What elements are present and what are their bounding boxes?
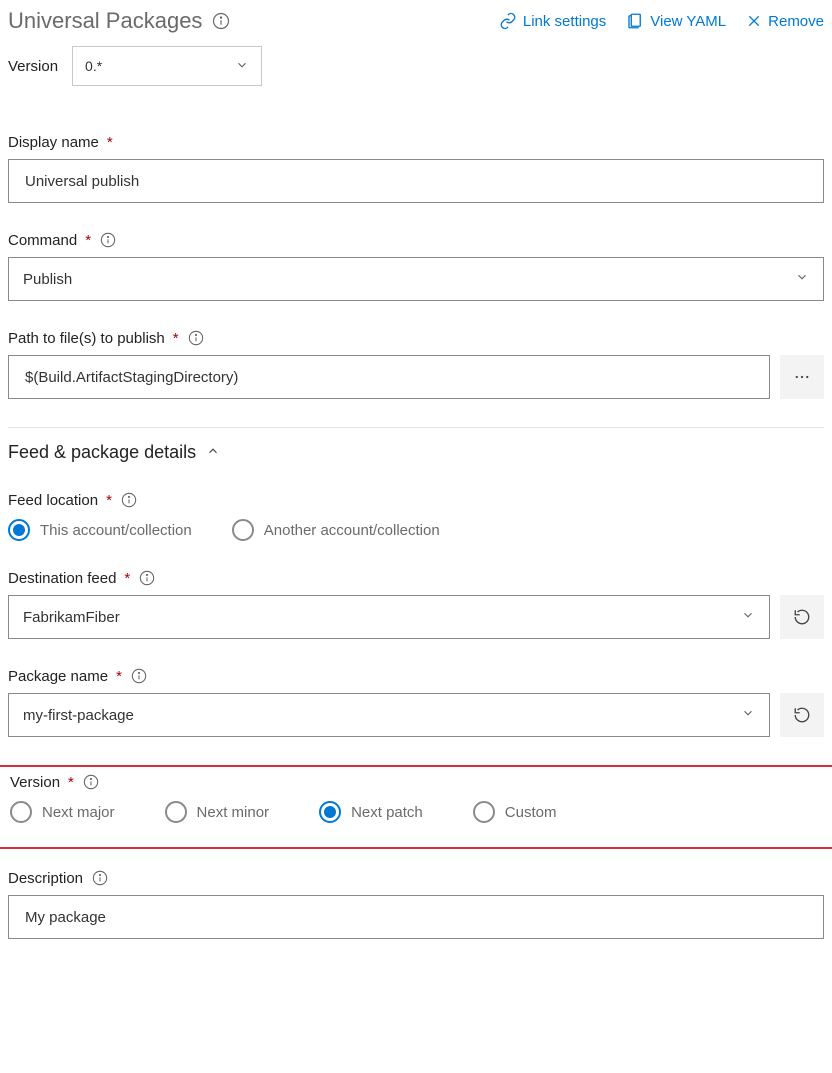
- radio-another-account[interactable]: Another account/collection: [232, 519, 440, 541]
- info-icon[interactable]: [212, 12, 230, 30]
- destination-feed-value: FabrikamFiber: [23, 609, 120, 626]
- refresh-package-button[interactable]: [780, 693, 824, 737]
- info-icon[interactable]: [120, 491, 138, 509]
- radio-next-minor[interactable]: Next minor: [165, 801, 270, 823]
- destination-feed-label: Destination feed*: [8, 569, 824, 587]
- radio-next-patch[interactable]: Next patch: [319, 801, 423, 823]
- path-label: Path to file(s) to publish*: [8, 329, 824, 347]
- page-header: Universal Packages Link settings View YA…: [8, 8, 824, 34]
- view-yaml-button[interactable]: View YAML: [626, 12, 726, 30]
- view-yaml-label: View YAML: [650, 13, 726, 30]
- description-input[interactable]: [8, 895, 824, 939]
- link-settings-button[interactable]: Link settings: [499, 12, 606, 30]
- command-label: Command*: [8, 231, 824, 249]
- radio-next-major[interactable]: Next major: [10, 801, 115, 823]
- info-icon[interactable]: [82, 773, 100, 791]
- link-settings-label: Link settings: [523, 13, 606, 30]
- remove-label: Remove: [768, 13, 824, 30]
- info-icon[interactable]: [187, 329, 205, 347]
- radio-this-account[interactable]: This account/collection: [8, 519, 192, 541]
- chevron-down-icon: [741, 706, 755, 724]
- chevron-up-icon: [206, 442, 220, 463]
- chevron-down-icon: [235, 58, 249, 75]
- package-name-value: my-first-package: [23, 707, 134, 724]
- info-icon[interactable]: [91, 869, 109, 887]
- description-label: Description: [8, 869, 824, 887]
- command-select[interactable]: Publish: [8, 257, 824, 301]
- remove-button[interactable]: Remove: [746, 12, 824, 30]
- command-value: Publish: [23, 271, 72, 288]
- info-icon[interactable]: [138, 569, 156, 587]
- display-name-label: Display name*: [8, 134, 824, 151]
- feed-location-label: Feed location*: [8, 491, 824, 509]
- package-name-label: Package name*: [8, 667, 824, 685]
- version-highlight: Version* Next major Next minor Next patc…: [0, 765, 832, 849]
- browse-button[interactable]: [780, 355, 824, 399]
- page-title: Universal Packages: [8, 8, 202, 34]
- task-version-label: Version: [8, 58, 58, 75]
- info-icon[interactable]: [130, 667, 148, 685]
- radio-custom[interactable]: Custom: [473, 801, 557, 823]
- info-icon[interactable]: [99, 231, 117, 249]
- chevron-down-icon: [795, 270, 809, 288]
- task-version-select[interactable]: 0.*: [72, 46, 262, 86]
- package-name-select[interactable]: my-first-package: [8, 693, 770, 737]
- chevron-down-icon: [741, 608, 755, 626]
- refresh-feed-button[interactable]: [780, 595, 824, 639]
- destination-feed-select[interactable]: FabrikamFiber: [8, 595, 770, 639]
- path-input[interactable]: [8, 355, 770, 399]
- section-feed-details[interactable]: Feed & package details: [8, 427, 824, 463]
- version-label: Version*: [10, 773, 822, 791]
- task-version-value: 0.*: [85, 58, 102, 74]
- display-name-input[interactable]: [8, 159, 824, 203]
